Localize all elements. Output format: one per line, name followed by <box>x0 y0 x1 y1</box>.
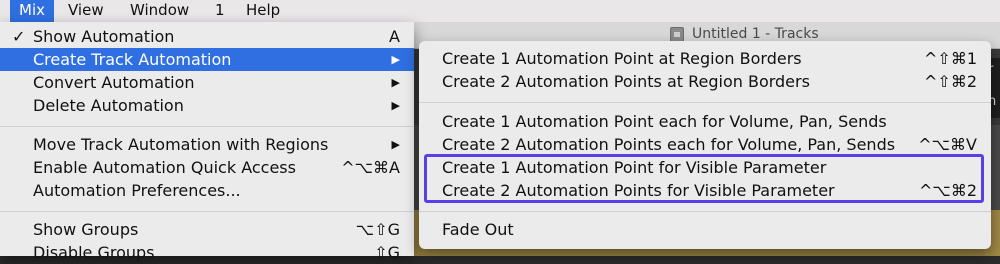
menu-item-shortcut: ^⌥⌘V <box>918 135 977 154</box>
menu-item-delete-automation[interactable]: Delete Automation ▶ <box>0 94 414 117</box>
menu-separator <box>419 211 991 212</box>
menu-item-shortcut: A <box>389 27 400 46</box>
menu-item-automation-preferences[interactable]: Automation Preferences... <box>0 179 414 202</box>
menu-item-shortcut: ^⇧⌘1 <box>924 49 977 68</box>
menu-item-enable-automation-quick-access[interactable]: Enable Automation Quick Access ^⌥⌘A <box>0 156 414 179</box>
menu-item-label: Fade Out <box>442 220 514 239</box>
menubar-view[interactable]: View <box>59 0 113 22</box>
submenu-item-create-1-point-region-borders[interactable]: Create 1 Automation Point at Region Bord… <box>419 47 991 70</box>
menu-item-shortcut: ⇧G <box>374 243 400 262</box>
create-track-automation-submenu: Create 1 Automation Point at Region Bord… <box>419 41 991 249</box>
menu-item-label: Automation Preferences... <box>33 181 241 200</box>
menu-item-label: Create 1 Automation Point at Region Bord… <box>442 49 802 68</box>
menubar-help[interactable]: Help <box>237 0 289 22</box>
annotation-highlight-box <box>424 154 984 203</box>
menu-item-shortcut: ⌥⇧G <box>355 220 400 239</box>
menu-item-shortcut: ^⇧⌘2 <box>924 72 977 91</box>
menubar-window[interactable]: Window <box>121 0 198 22</box>
submenu-arrow-icon: ▶ <box>391 76 400 89</box>
menu-item-label: Delete Automation <box>33 96 184 115</box>
menu-item-create-track-automation[interactable]: Create Track Automation ▶ <box>0 48 414 71</box>
menu-item-label: Create 1 Automation Point each for Volum… <box>442 112 887 131</box>
menu-item-label: Show Automation <box>33 27 175 46</box>
menubar-mix[interactable]: Mix <box>10 0 54 22</box>
mix-menu: ✓ Show Automation A Create Track Automat… <box>0 22 414 262</box>
menu-item-label: Enable Automation Quick Access <box>33 158 296 177</box>
menu-separator <box>0 126 414 127</box>
menu-item-show-groups[interactable]: Show Groups ⌥⇧G <box>0 218 414 241</box>
menu-item-label: Create Track Automation <box>33 50 232 69</box>
menu-separator <box>0 211 414 212</box>
submenu-arrow-icon: ▶ <box>391 99 400 112</box>
menu-item-show-automation[interactable]: ✓ Show Automation A <box>0 25 414 48</box>
menubar-1[interactable]: 1 <box>206 0 234 22</box>
submenu-item-fade-out[interactable]: Fade Out <box>419 218 991 241</box>
menu-item-label: Create 2 Automation Points each for Volu… <box>442 135 896 154</box>
submenu-item-create-1-point-volume-pan-sends[interactable]: Create 1 Automation Point each for Volum… <box>419 110 991 133</box>
menu-item-move-track-automation[interactable]: Move Track Automation with Regions ▶ <box>0 133 414 156</box>
checkmark-icon: ✓ <box>12 27 26 46</box>
menu-item-label: Convert Automation <box>33 73 195 92</box>
submenu-arrow-icon: ▶ <box>391 53 400 66</box>
menu-item-shortcut: ^⌥⌘A <box>341 158 400 177</box>
submenu-item-create-2-points-region-borders[interactable]: Create 2 Automation Points at Region Bor… <box>419 70 991 93</box>
menu-item-disable-groups[interactable]: Disable Groups ⇧G <box>0 241 414 264</box>
menu-item-label: Create 2 Automation Points at Region Bor… <box>442 72 810 91</box>
menu-item-label: Disable Groups <box>33 243 155 262</box>
window-title: Untitled 1 - Tracks <box>692 26 819 42</box>
submenu-item-create-2-points-volume-pan-sends[interactable]: Create 2 Automation Points each for Volu… <box>419 133 991 156</box>
menu-separator <box>419 102 991 103</box>
menu-bar: Mix View Window 1 Help <box>0 0 1000 23</box>
menu-item-convert-automation[interactable]: Convert Automation ▶ <box>0 71 414 94</box>
menu-item-label: Move Track Automation with Regions <box>33 135 329 154</box>
submenu-arrow-icon: ▶ <box>391 138 400 151</box>
menu-item-label: Show Groups <box>33 220 139 239</box>
